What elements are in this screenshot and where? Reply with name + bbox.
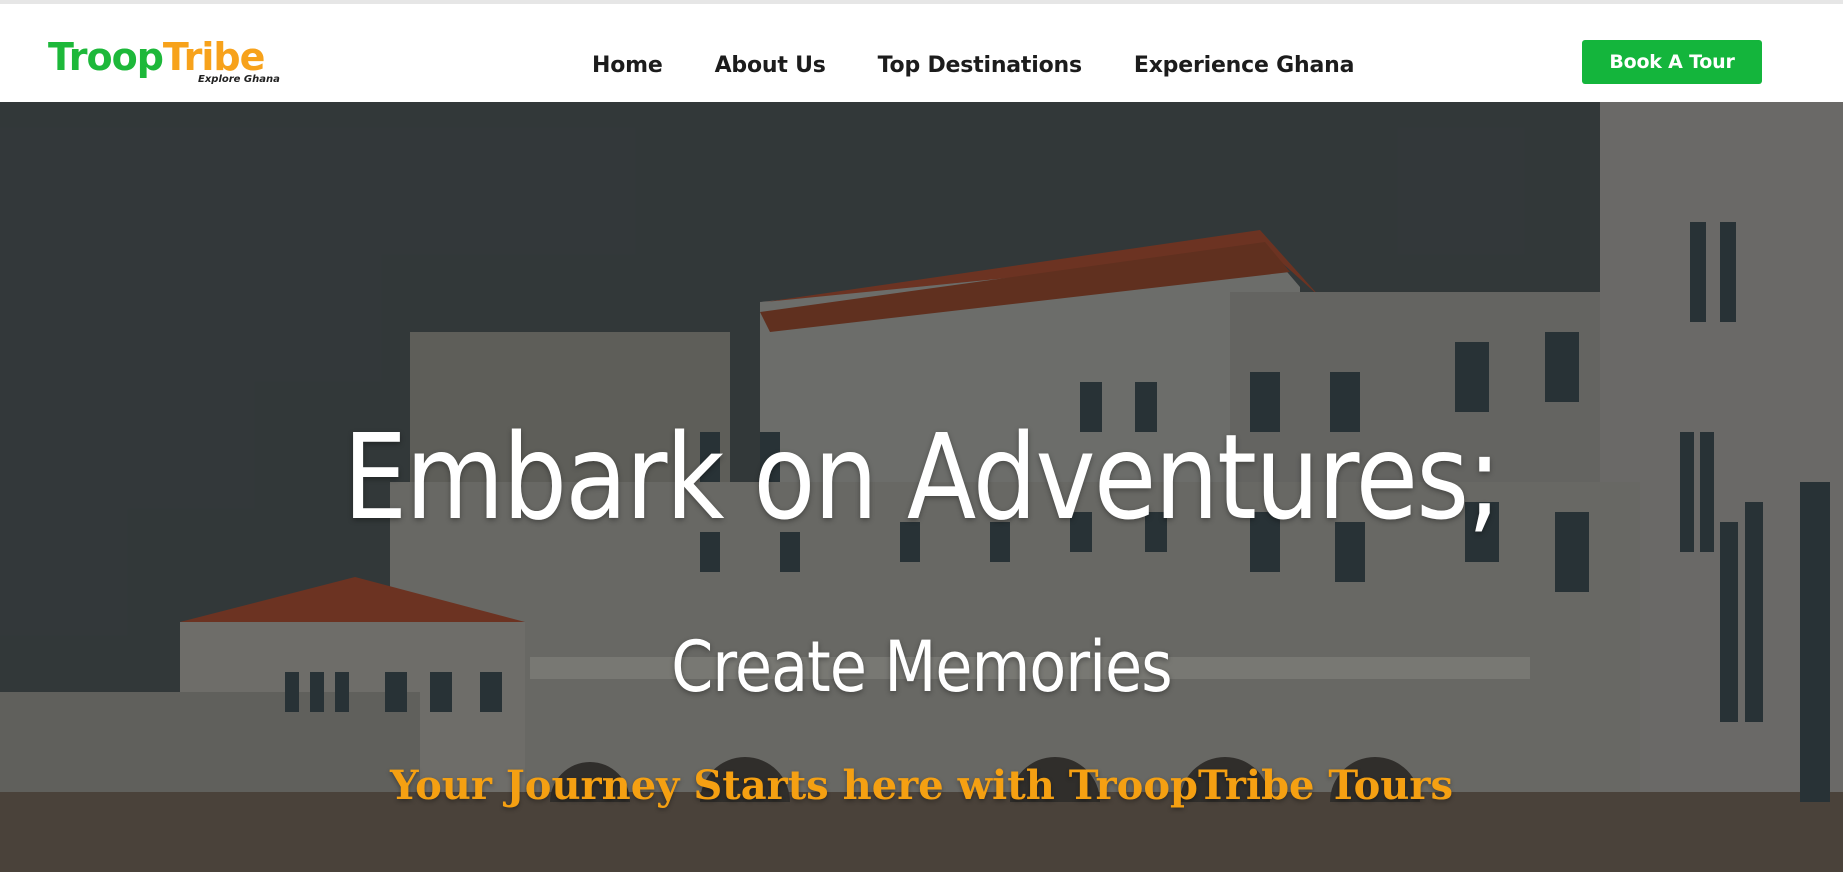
logo-text-troop: Troop: [48, 35, 164, 79]
book-a-tour-button[interactable]: Book A Tour: [1582, 40, 1762, 84]
hero-subtitle: Create Memories: [671, 626, 1172, 708]
site-header: TroopTribe Explore Ghana Home About Us T…: [0, 4, 1843, 102]
brand-logo[interactable]: TroopTribe Explore Ghana: [48, 34, 288, 90]
hero-section: Embark on Adventures; Create Memories Yo…: [0, 102, 1843, 872]
nav-about-us[interactable]: About Us: [715, 53, 826, 78]
logo-tagline: Explore Ghana: [198, 74, 280, 85]
main-navigation: Home About Us Top Destinations Experienc…: [592, 40, 1354, 90]
hero-title: Embark on Adventures;: [343, 408, 1502, 546]
nav-home[interactable]: Home: [592, 53, 663, 78]
logo-text-tribe: Tribe: [162, 35, 265, 79]
hero-tagline: Your Journey Starts here with TroopTribe…: [390, 762, 1453, 809]
nav-experience-ghana[interactable]: Experience Ghana: [1134, 53, 1355, 78]
nav-top-destinations[interactable]: Top Destinations: [878, 53, 1082, 78]
